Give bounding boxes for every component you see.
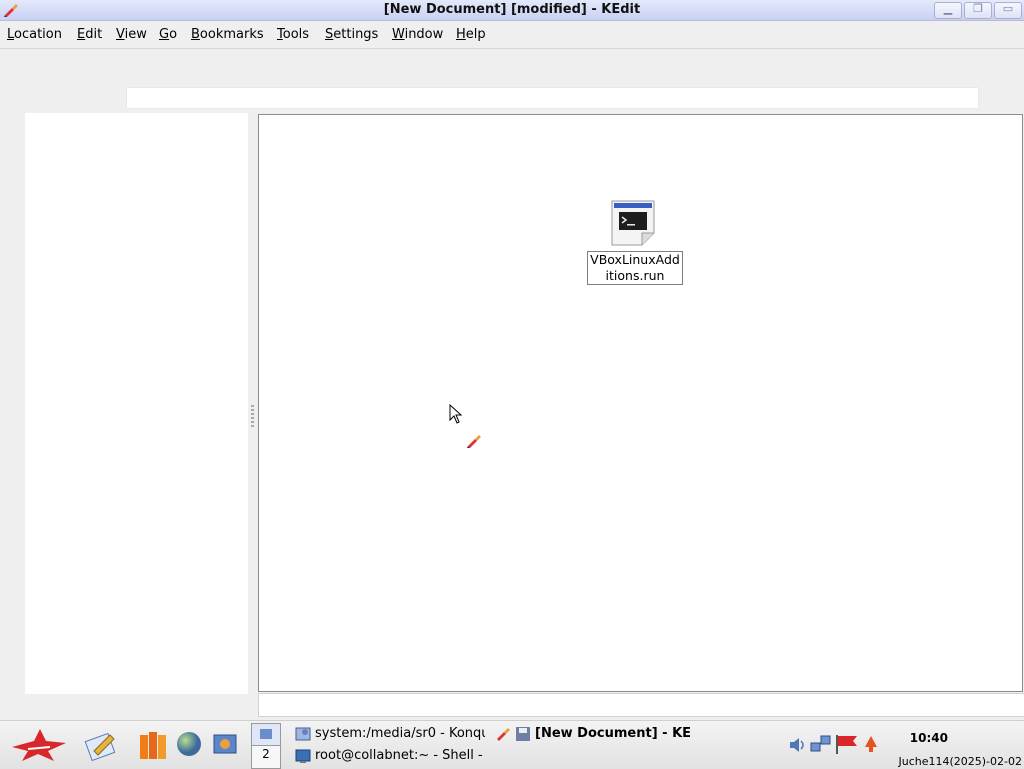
menu-location[interactable]: Location bbox=[7, 27, 62, 42]
desktop-2-button[interactable]: 2 bbox=[252, 747, 280, 761]
menu-help[interactable]: Help bbox=[456, 27, 486, 42]
task-shell[interactable]: root@collabnet:~ - Shell - bbox=[295, 745, 490, 767]
menu-tools[interactable]: Tools bbox=[277, 27, 309, 42]
terminal-icon bbox=[295, 749, 311, 763]
mouse-pointer-icon bbox=[449, 404, 463, 424]
maximize-icon: ❐ bbox=[973, 2, 983, 15]
menu-settings[interactable]: Settings bbox=[325, 27, 378, 42]
flag-icon[interactable] bbox=[835, 733, 859, 755]
close-button[interactable]: ▭ bbox=[994, 2, 1022, 19]
konqueror-icon bbox=[295, 727, 311, 740]
task-kedit[interactable]: [New Document] - KE bbox=[495, 723, 690, 745]
books-icon[interactable] bbox=[137, 729, 169, 761]
menu-view[interactable]: View bbox=[116, 27, 147, 42]
taskbar: 2 system:/media/sr0 - Konqu [New Documen… bbox=[0, 720, 1024, 769]
kedit-drag-icon bbox=[467, 435, 481, 448]
save-disk-icon bbox=[516, 726, 530, 741]
side-panel[interactable] bbox=[25, 113, 248, 694]
file-name-line-2: itions.run bbox=[605, 268, 665, 283]
menu-go[interactable]: Go bbox=[159, 27, 177, 42]
panel-splitter-handle[interactable] bbox=[251, 405, 254, 429]
location-bar[interactable] bbox=[126, 87, 979, 109]
close-icon: ▭ bbox=[1002, 2, 1014, 15]
settings-icon[interactable] bbox=[210, 729, 240, 759]
maximize-button[interactable]: ❐ bbox=[964, 2, 992, 19]
desktop-pager: 2 bbox=[251, 723, 281, 769]
network-icon[interactable] bbox=[810, 733, 832, 755]
menu-edit[interactable]: Edit bbox=[77, 27, 102, 42]
window-title: [New Document] [modified] - KEdit bbox=[383, 2, 641, 17]
volume-icon[interactable] bbox=[787, 735, 807, 755]
menu-window[interactable]: Window bbox=[392, 27, 443, 42]
minimize-button[interactable]: ▁ bbox=[934, 2, 962, 19]
text-editor-icon[interactable] bbox=[84, 729, 118, 761]
status-bar bbox=[258, 693, 1024, 717]
file-item-label[interactable]: VBoxLinuxAdd itions.run bbox=[587, 251, 683, 285]
menu-bar: Location Edit View Go Bookmarks Tools Se… bbox=[0, 22, 1024, 49]
update-icon[interactable] bbox=[863, 735, 879, 753]
kde-menu-icon[interactable] bbox=[10, 727, 68, 763]
desktop-1-button[interactable] bbox=[252, 724, 280, 746]
konqueror-mini-icon bbox=[260, 729, 272, 739]
menu-bookmarks[interactable]: Bookmarks bbox=[191, 27, 264, 42]
terminal-script-icon[interactable] bbox=[611, 200, 655, 246]
task-konqueror[interactable]: system:/media/sr0 - Konqu bbox=[295, 723, 485, 745]
globe-icon[interactable] bbox=[176, 731, 202, 757]
date: Juche114(2025)-02-02 bbox=[898, 755, 1022, 768]
kedit-icon bbox=[497, 727, 510, 741]
file-name-line-1: VBoxLinuxAdd bbox=[590, 252, 680, 267]
minimize-icon: ▁ bbox=[943, 2, 953, 15]
clock[interactable]: 10:40 bbox=[910, 731, 948, 745]
window-titlebar[interactable]: [New Document] [modified] - KEdit ▁ ❐ ▭ bbox=[0, 0, 1024, 21]
